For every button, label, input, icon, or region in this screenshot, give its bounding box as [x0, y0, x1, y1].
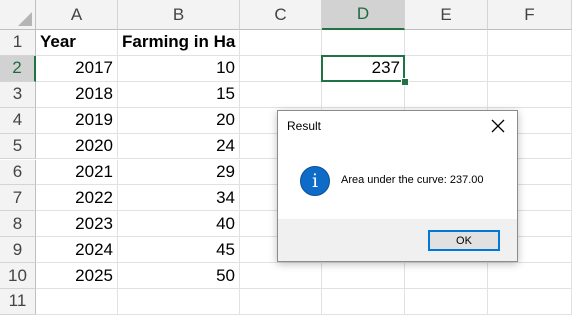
cell-c1[interactable] [240, 30, 322, 56]
result-dialog: Result i Area under the curve: 237.00 OK [277, 110, 518, 262]
cell-b1[interactable]: Farming in Ha [118, 30, 240, 56]
cell-d10[interactable] [322, 263, 405, 289]
column-header-b[interactable]: B [118, 0, 240, 30]
row-header-8[interactable]: 8 [0, 211, 36, 238]
dialog-title: Result [287, 119, 322, 133]
cell-b6[interactable]: 29 [118, 159, 240, 186]
column-header-c[interactable]: C [240, 0, 322, 30]
row-header-9[interactable]: 9 [0, 237, 36, 264]
column-header-a[interactable]: A [36, 0, 118, 30]
cell-b2[interactable]: 10 [118, 55, 240, 82]
row-header-4[interactable]: 4 [0, 107, 36, 134]
cell-a9[interactable]: 2024 [36, 237, 118, 264]
cell-b7[interactable]: 34 [118, 185, 240, 212]
info-icon: i [300, 166, 330, 196]
close-icon [491, 119, 505, 133]
cell-b4[interactable]: 20 [118, 107, 240, 134]
cell-b10[interactable]: 50 [118, 263, 240, 289]
cell-b8[interactable]: 40 [118, 211, 240, 238]
select-all-corner[interactable] [0, 0, 36, 30]
cell-a11[interactable] [36, 289, 118, 315]
row-header-6[interactable]: 6 [0, 159, 36, 186]
cell-f1[interactable] [488, 30, 572, 56]
cell-c2[interactable] [240, 55, 322, 82]
cell-a2[interactable]: 2017 [36, 55, 118, 82]
cell-e1[interactable] [405, 30, 488, 56]
cell-d3[interactable] [322, 81, 405, 108]
cell-a4[interactable]: 2019 [36, 107, 118, 134]
cell-a3[interactable]: 2018 [36, 81, 118, 108]
cell-a8[interactable]: 2023 [36, 211, 118, 238]
dialog-footer: OK [278, 219, 517, 261]
dialog-message: Area under the curve: 237.00 [341, 174, 484, 186]
row-header-10[interactable]: 10 [0, 263, 36, 289]
cell-a10[interactable]: 2025 [36, 263, 118, 289]
row-header-3[interactable]: 3 [0, 81, 36, 108]
row-header-5[interactable]: 5 [0, 133, 36, 160]
active-cell-border [321, 54, 405, 82]
row-header-2[interactable]: 2 [0, 55, 36, 82]
cell-a5[interactable]: 2020 [36, 133, 118, 160]
column-header-f[interactable]: F [488, 0, 572, 30]
cell-a7[interactable]: 2022 [36, 185, 118, 212]
cell-d11[interactable] [322, 289, 405, 315]
cell-e2[interactable] [405, 55, 488, 82]
column-header-e[interactable]: E [405, 0, 488, 30]
cell-a1[interactable]: Year [36, 30, 118, 56]
fill-handle[interactable] [401, 77, 409, 86]
row-header-7[interactable]: 7 [0, 185, 36, 212]
cell-f10[interactable] [488, 263, 572, 289]
row-header-11[interactable]: 11 [0, 289, 36, 315]
cell-e10[interactable] [405, 263, 488, 289]
row-header-1[interactable]: 1 [0, 30, 36, 56]
cell-b5[interactable]: 24 [118, 133, 240, 160]
cell-b11[interactable] [118, 289, 240, 315]
cell-e3[interactable] [405, 81, 488, 108]
dialog-body: i Area under the curve: 237.00 [278, 145, 517, 219]
cell-e11[interactable] [405, 289, 488, 315]
cell-d1[interactable] [322, 30, 405, 56]
cell-f3[interactable] [488, 81, 572, 108]
select-all-triangle [18, 12, 32, 26]
column-header-d[interactable]: D [322, 0, 405, 30]
cell-c11[interactable] [240, 289, 322, 315]
cell-f2[interactable] [488, 55, 572, 82]
cell-b3[interactable]: 15 [118, 81, 240, 108]
cell-a6[interactable]: 2021 [36, 159, 118, 186]
cell-b9[interactable]: 45 [118, 237, 240, 264]
cell-f11[interactable] [488, 289, 572, 315]
cell-c3[interactable] [240, 81, 322, 108]
cell-c10[interactable] [240, 263, 322, 289]
close-button[interactable] [485, 114, 511, 138]
ok-button[interactable]: OK [428, 230, 500, 251]
